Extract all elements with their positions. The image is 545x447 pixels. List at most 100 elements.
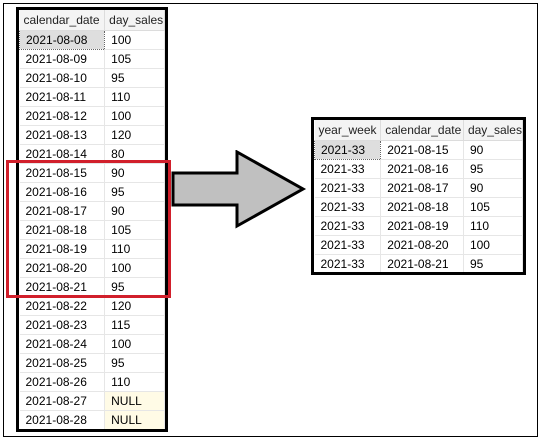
table-cell[interactable]: 90 bbox=[463, 178, 523, 198]
table-row[interactable]: 2021-08-26 110 bbox=[19, 372, 165, 392]
table-cell[interactable]: 95 bbox=[104, 68, 165, 88]
table-cell[interactable]: 2021-33 bbox=[314, 159, 382, 179]
table-cell[interactable]: 2021-08-27 bbox=[19, 391, 106, 411]
table-row[interactable]: 2021-33 2021-08-15 90 bbox=[314, 140, 523, 160]
table-row[interactable]: 2021-08-15 90 bbox=[19, 163, 165, 183]
table-cell[interactable]: 95 bbox=[104, 277, 165, 297]
table-cell[interactable]: 2021-08-19 bbox=[19, 239, 106, 259]
table-row[interactable]: 2021-33 2021-08-17 90 bbox=[314, 178, 523, 198]
table-row[interactable]: 2021-08-21 95 bbox=[19, 277, 165, 297]
table-cell[interactable]: 2021-08-08 bbox=[19, 30, 106, 50]
table-row[interactable]: 2021-08-12 100 bbox=[19, 106, 165, 126]
column-header-calendar-date[interactable]: calendar_date bbox=[380, 120, 464, 141]
table-row[interactable]: 2021-08-27 NULL bbox=[19, 391, 165, 411]
table-row[interactable]: 2021-33 2021-08-20 100 bbox=[314, 235, 523, 255]
table-row[interactable]: 2021-08-16 95 bbox=[19, 182, 165, 202]
table-cell[interactable]: 2021-08-14 bbox=[19, 144, 106, 164]
table-cell[interactable]: 2021-08-09 bbox=[19, 49, 106, 69]
table-cell[interactable]: 2021-08-21 bbox=[19, 277, 106, 297]
table-cell[interactable]: 115 bbox=[104, 315, 165, 335]
table-cell[interactable]: 2021-08-21 bbox=[380, 254, 464, 272]
table-cell[interactable]: 95 bbox=[463, 254, 523, 272]
table-cell[interactable]: 2021-33 bbox=[314, 235, 382, 255]
table-cell[interactable]: 100 bbox=[104, 106, 165, 126]
table-cell[interactable]: 2021-08-24 bbox=[19, 334, 106, 354]
table-row[interactable]: 2021-33 2021-08-16 95 bbox=[314, 159, 523, 179]
table-cell[interactable]: 80 bbox=[104, 144, 165, 164]
table-row[interactable]: 2021-08-22 120 bbox=[19, 296, 165, 316]
column-header-day-sales[interactable]: day_sales bbox=[463, 120, 523, 141]
table-cell[interactable]: 110 bbox=[104, 239, 165, 259]
table-cell[interactable]: 2021-08-15 bbox=[19, 163, 106, 183]
table-cell[interactable]: 2021-08-16 bbox=[19, 182, 106, 202]
table-cell[interactable]: 120 bbox=[104, 296, 165, 316]
table-row[interactable]: 2021-08-23 115 bbox=[19, 315, 165, 335]
table-cell[interactable]: 100 bbox=[463, 235, 523, 255]
table-cell[interactable]: 90 bbox=[463, 140, 523, 160]
table-cell[interactable]: NULL bbox=[104, 391, 165, 411]
table-cell[interactable]: 2021-08-11 bbox=[19, 87, 106, 107]
header-row: calendar_date day_sales bbox=[19, 10, 165, 31]
header-row: year_week calendar_date day_sales bbox=[314, 120, 523, 141]
table-row[interactable]: 2021-08-17 90 bbox=[19, 201, 165, 221]
table-row[interactable]: 2021-08-08 100 bbox=[19, 30, 165, 50]
table-row[interactable]: 2021-33 2021-08-19 110 bbox=[314, 216, 523, 236]
table-row[interactable]: 2021-08-28 NULL bbox=[19, 410, 165, 429]
table-cell[interactable]: 2021-08-26 bbox=[19, 372, 106, 392]
table-cell[interactable]: 95 bbox=[104, 353, 165, 373]
table-cell[interactable]: 100 bbox=[104, 258, 165, 278]
table-cell[interactable]: 95 bbox=[104, 182, 165, 202]
table-cell[interactable]: 2021-08-19 bbox=[380, 216, 464, 236]
table-cell[interactable]: 2021-08-10 bbox=[19, 68, 106, 88]
table-row[interactable]: 2021-08-24 100 bbox=[19, 334, 165, 354]
table-cell[interactable]: 2021-08-12 bbox=[19, 106, 106, 126]
table-cell[interactable]: 2021-33 bbox=[314, 197, 382, 217]
table-row[interactable]: 2021-08-13 120 bbox=[19, 125, 165, 145]
table-cell[interactable]: 105 bbox=[463, 197, 523, 217]
table-cell[interactable]: 2021-08-18 bbox=[19, 220, 106, 240]
table-row[interactable]: 2021-08-09 105 bbox=[19, 49, 165, 69]
right-results-grid[interactable]: year_week calendar_date day_sales 2021-3… bbox=[311, 117, 526, 275]
column-header-year-week[interactable]: year_week bbox=[314, 120, 382, 141]
table-cell[interactable]: 105 bbox=[104, 220, 165, 240]
table-cell[interactable]: 2021-08-22 bbox=[19, 296, 106, 316]
table-cell[interactable]: 2021-08-18 bbox=[380, 197, 464, 217]
table-row[interactable]: 2021-33 2021-08-21 95 bbox=[314, 254, 523, 272]
table-row[interactable]: 2021-08-25 95 bbox=[19, 353, 165, 373]
table-cell[interactable]: 110 bbox=[104, 372, 165, 392]
column-header-day-sales[interactable]: day_sales bbox=[104, 10, 165, 31]
table-row[interactable]: 2021-08-11 110 bbox=[19, 87, 165, 107]
table-cell[interactable]: 100 bbox=[104, 30, 165, 50]
table-cell[interactable]: 90 bbox=[104, 201, 165, 221]
table-cell[interactable]: 2021-08-20 bbox=[380, 235, 464, 255]
table-cell[interactable]: 90 bbox=[104, 163, 165, 183]
table-cell[interactable]: 2021-08-15 bbox=[380, 140, 464, 160]
table-cell[interactable]: 120 bbox=[104, 125, 165, 145]
table-cell[interactable]: 2021-08-17 bbox=[19, 201, 106, 221]
table-cell[interactable]: 2021-33 bbox=[314, 140, 382, 160]
table-row[interactable]: 2021-33 2021-08-18 105 bbox=[314, 197, 523, 217]
table-cell[interactable]: 95 bbox=[463, 159, 523, 179]
table-row[interactable]: 2021-08-14 80 bbox=[19, 144, 165, 164]
table-cell[interactable]: 100 bbox=[104, 334, 165, 354]
left-results-grid[interactable]: calendar_date day_sales 2021-08-08 100 202… bbox=[16, 7, 168, 432]
table-cell[interactable]: 2021-08-23 bbox=[19, 315, 106, 335]
table-row[interactable]: 2021-08-20 100 bbox=[19, 258, 165, 278]
table-cell[interactable]: 2021-08-28 bbox=[19, 410, 106, 429]
table-cell[interactable]: 2021-33 bbox=[314, 216, 382, 236]
table-cell[interactable]: 110 bbox=[463, 216, 523, 236]
table-cell[interactable]: 105 bbox=[104, 49, 165, 69]
table-row[interactable]: 2021-08-10 95 bbox=[19, 68, 165, 88]
table-cell[interactable]: 2021-08-20 bbox=[19, 258, 106, 278]
table-cell[interactable]: 2021-33 bbox=[314, 178, 382, 198]
table-cell[interactable]: NULL bbox=[104, 410, 165, 429]
table-cell[interactable]: 2021-33 bbox=[314, 254, 382, 272]
table-cell[interactable]: 2021-08-13 bbox=[19, 125, 106, 145]
table-cell[interactable]: 2021-08-17 bbox=[380, 178, 464, 198]
table-cell[interactable]: 110 bbox=[104, 87, 165, 107]
table-row[interactable]: 2021-08-19 110 bbox=[19, 239, 165, 259]
table-cell[interactable]: 2021-08-16 bbox=[380, 159, 464, 179]
column-header-calendar-date[interactable]: calendar_date bbox=[19, 10, 106, 31]
table-cell[interactable]: 2021-08-25 bbox=[19, 353, 106, 373]
table-row[interactable]: 2021-08-18 105 bbox=[19, 220, 165, 240]
